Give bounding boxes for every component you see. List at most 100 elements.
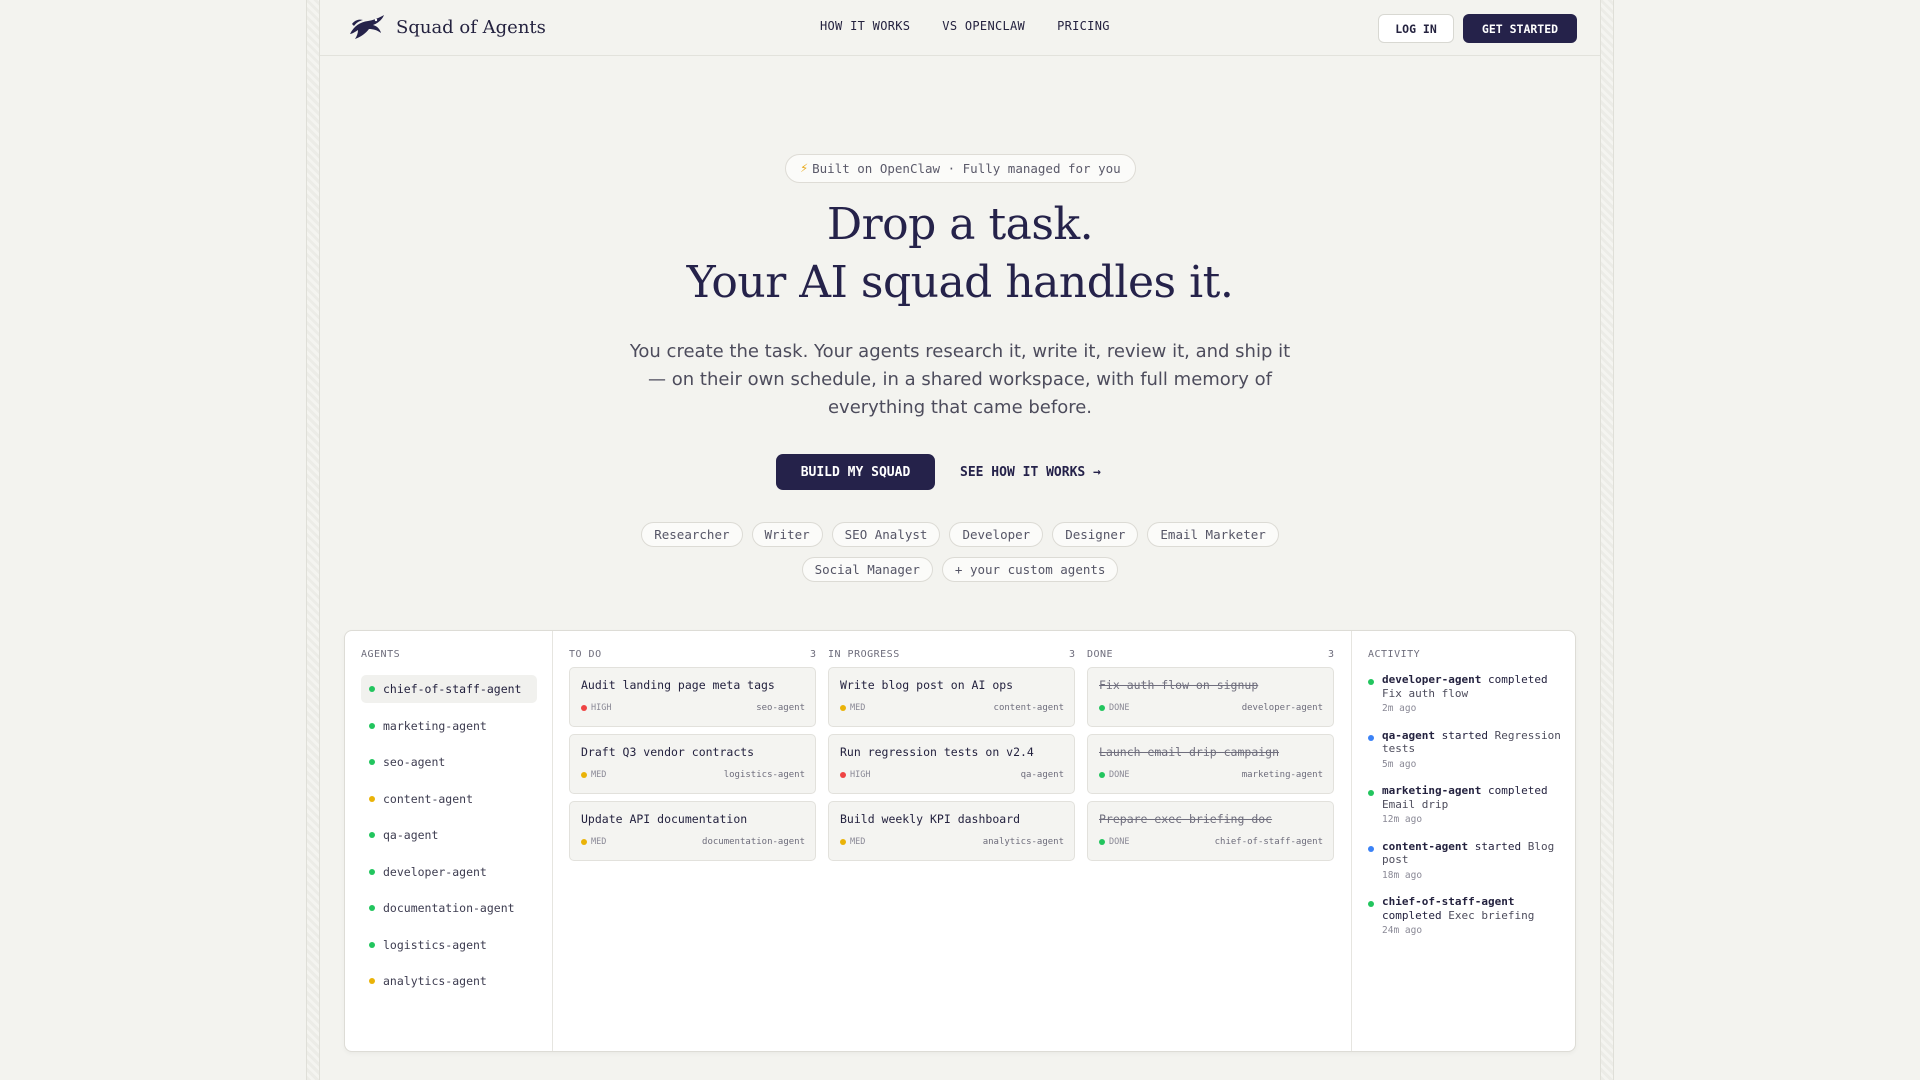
activity-verb: completed (1382, 908, 1442, 922)
role-chip: Email Marketer (1147, 522, 1279, 547)
lobster-logo-icon (350, 15, 384, 39)
agent-item[interactable]: documentation-agent (361, 894, 537, 922)
column-title: IN PROGRESS (828, 649, 900, 660)
task-card[interactable]: Build weekly KPI dashboard MED analytics-a… (828, 801, 1075, 861)
agents-heading: AGENTS (361, 649, 401, 660)
activity-dot-icon (1368, 790, 1374, 796)
activity-dot-icon (1368, 901, 1374, 907)
activity-dot-icon (1368, 679, 1374, 685)
task-priority: MED (581, 770, 606, 780)
activity-text: developer-agent completed Fix auth flow (1382, 673, 1564, 700)
status-dot-icon (369, 722, 375, 729)
agent-name: seo-agent (383, 755, 446, 769)
lightning-icon: ⚡ (800, 161, 809, 176)
task-card[interactable]: Draft Q3 vendor contracts MED logistics-ag… (569, 734, 816, 794)
priority-label: DONE (1109, 837, 1130, 847)
activity-item: qa-agent started Regression tests 5m ago (1368, 729, 1564, 772)
hero-title: Drop a task. Your AI squad handles it. (460, 196, 1460, 312)
activity-text: content-agent started Blog post (1382, 840, 1564, 867)
task-assignee: chief-of-staff-agent (1214, 837, 1323, 847)
task-assignee: seo-agent (756, 703, 805, 713)
priority-dot-icon (840, 839, 846, 845)
task-card[interactable]: Run regression tests on v2.4 HIGH qa-agent (828, 734, 1075, 794)
get-started-button[interactable]: GET STARTED (1463, 14, 1577, 43)
agent-item[interactable]: qa-agent (361, 821, 537, 849)
task-title: Prepare exec briefing doc (1099, 812, 1273, 826)
activity-item: chief-of-staff-agent completed Exec brie… (1368, 895, 1564, 938)
agent-item[interactable]: content-agent (361, 785, 537, 813)
activity-heading: ACTIVITY (1368, 649, 1421, 660)
task-priority: HIGH (581, 703, 611, 713)
priority-label: MED (591, 770, 607, 780)
task-priority: MED (840, 703, 865, 713)
task-card[interactable]: Audit landing page meta tags HIGH seo-agen… (569, 667, 816, 727)
task-card[interactable]: Fix auth flow on signup DONE developer-age… (1087, 667, 1334, 727)
priority-label: MED (591, 837, 607, 847)
activity-task: Email drip (1382, 797, 1449, 811)
hero-badge-text: Built on OpenClaw · Fully managed for yo… (812, 161, 1121, 176)
activity-agent: chief-of-staff-agent (1382, 895, 1515, 908)
priority-dot-icon (581, 772, 587, 778)
activity-time: 24m ago (1382, 925, 1423, 936)
agent-item[interactable]: chief-of-staff-agent (361, 675, 537, 703)
task-card[interactable]: Write blog post on AI ops MED content-agen… (828, 667, 1075, 727)
task-title: Run regression tests on v2.4 (840, 745, 1034, 759)
left-gutter (306, 0, 320, 1080)
brand-logo-link[interactable]: Squad of Agents (346, 12, 546, 42)
nav-link-vs-openclaw[interactable]: VS OPENCLAW (942, 19, 1025, 33)
task-card[interactable]: Prepare exec briefing doc DONE chief-of-st… (1087, 801, 1334, 861)
column-header: TO DO 3 (569, 649, 816, 660)
priority-label: DONE (1109, 703, 1130, 713)
activity-time: 5m ago (1382, 758, 1417, 770)
task-assignee: logistics-agent (723, 770, 805, 780)
activity-time: 2m ago (1382, 703, 1417, 714)
role-chip: + your custom agents (941, 557, 1119, 582)
priority-dot-icon (581, 705, 587, 711)
task-priority: DONE (1099, 837, 1129, 847)
activity-text: chief-of-staff-agent completed Exec brie… (1382, 895, 1564, 922)
status-dot-icon (369, 978, 375, 984)
priority-label: DONE (1109, 770, 1130, 780)
agent-name: content-agent (383, 791, 474, 806)
nav-link-how-it-works[interactable]: HOW IT WORKS (820, 19, 910, 33)
agent-name: chief-of-staff-agent (383, 682, 522, 696)
brand-name: Squad of Agents (396, 16, 546, 38)
agent-name: developer-agent (383, 864, 487, 879)
activity-dot-icon (1368, 734, 1374, 741)
agent-item[interactable]: developer-agent (361, 858, 537, 886)
task-title: Build weekly KPI dashboard (840, 812, 1021, 826)
see-how-it-works-link[interactable]: SEE HOW IT WORKS → (960, 454, 1101, 490)
activity-task: Fix auth flow (1382, 686, 1469, 700)
priority-dot-icon (1099, 772, 1105, 778)
build-my-squad-button[interactable]: BUILD MY SQUAD (776, 454, 935, 490)
agent-item[interactable]: logistics-agent (361, 931, 537, 959)
status-dot-icon (369, 905, 375, 911)
role-chips: Researcher Writer SEO Analyst Developer … (640, 522, 1280, 582)
priority-label: MED (850, 703, 866, 713)
task-card[interactable]: Launch email drip campaign DONE marketing-… (1087, 734, 1334, 794)
agent-item[interactable]: seo-agent (361, 748, 537, 776)
status-dot-icon (369, 686, 375, 692)
hero-title-line2: Your AI squad handles it. (686, 257, 1234, 308)
agent-item[interactable]: analytics-agent (361, 967, 537, 995)
activity-agent: content-agent (1382, 839, 1469, 853)
status-dot-icon (369, 941, 375, 948)
column-count: 3 (809, 649, 816, 660)
login-button[interactable]: LOG IN (1378, 14, 1454, 43)
hero-title-line1: Drop a task. (826, 199, 1094, 250)
activity-verb: started (1474, 839, 1522, 853)
task-priority: MED (581, 837, 606, 847)
column-header: DONE 3 (1087, 649, 1334, 660)
priority-label: MED (850, 837, 866, 847)
dashboard-preview: AGENTS chief-of-staff-agent marketing-age… (344, 630, 1576, 1052)
agent-item[interactable]: marketing-agent (361, 712, 537, 740)
task-title: Audit landing page meta tags (581, 678, 775, 692)
activity-verb: completed (1487, 673, 1548, 686)
role-chip: Social Manager (801, 557, 933, 582)
priority-label: HIGH (591, 703, 612, 713)
role-chip: Developer (949, 522, 1044, 547)
task-card[interactable]: Update API documentation MED documentation… (569, 801, 816, 861)
nav-link-pricing[interactable]: PRICING (1057, 19, 1110, 33)
task-title: Launch email drip campaign (1099, 745, 1280, 759)
task-title: Write blog post on AI ops (840, 678, 1014, 692)
